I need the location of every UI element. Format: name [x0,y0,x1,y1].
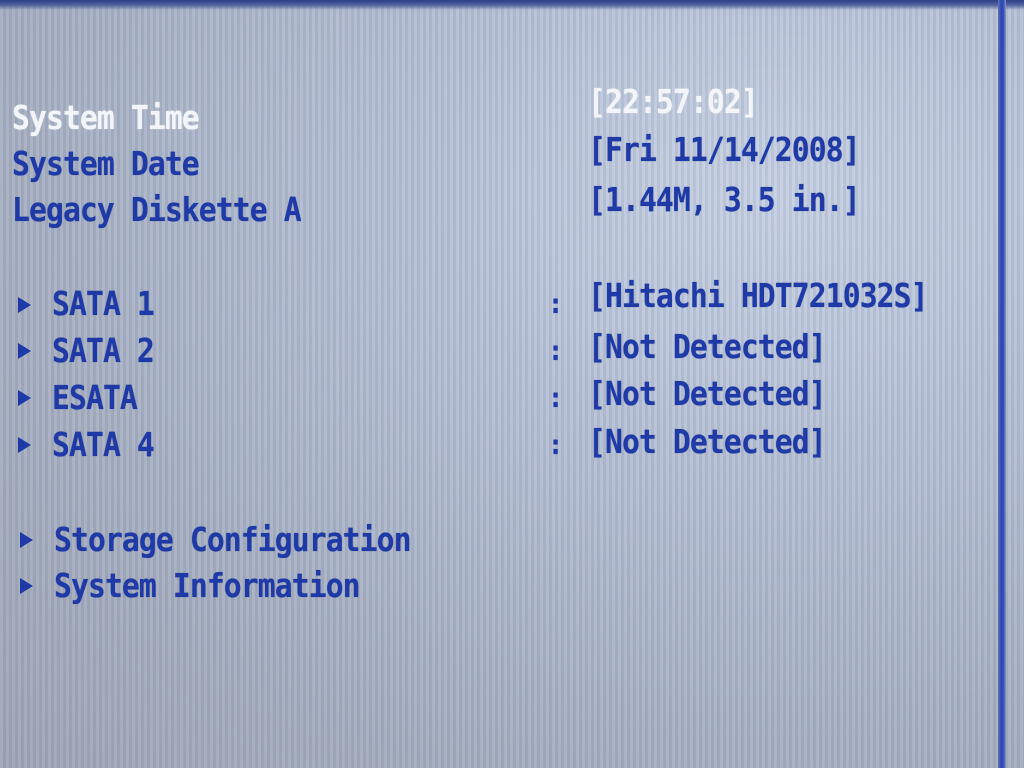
drive-value: [Hitachi HDT721032S] [588,276,929,315]
setting-label: System Time [12,98,200,137]
setting-value[interactable]: [1.44M, 3.5 in.] [588,180,861,220]
setting-value[interactable]: [Fri 11/14/2008] [588,130,861,170]
triangle-right-icon [20,532,33,548]
submenu-label: System Information [54,566,361,605]
drive-separator: : [548,428,563,461]
triangle-right-icon [18,390,31,406]
top-border [0,0,1024,10]
submenu-label: Storage Configuration [54,520,412,559]
drive-label: SATA 4 [52,425,155,464]
triangle-right-icon [18,297,31,313]
drive-value: [Not Detected] [588,327,827,366]
drive-label: SATA 1 [52,284,155,323]
triangle-right-icon [20,578,33,594]
drive-label: SATA 2 [52,331,155,370]
setting-label: Legacy Diskette A [12,190,302,229]
drive-separator: : [548,287,563,320]
triangle-right-icon [18,343,31,359]
setting-label: System Date [12,144,200,183]
drive-separator: : [548,381,563,414]
drive-label: ESATA [52,378,138,417]
setting-value[interactable]: [22:57:02] [588,82,759,122]
right-border [998,0,1006,768]
drive-separator: : [548,334,563,367]
triangle-right-icon [18,437,31,453]
drive-value: [Not Detected] [588,374,827,413]
drive-value: [Not Detected] [588,422,827,461]
